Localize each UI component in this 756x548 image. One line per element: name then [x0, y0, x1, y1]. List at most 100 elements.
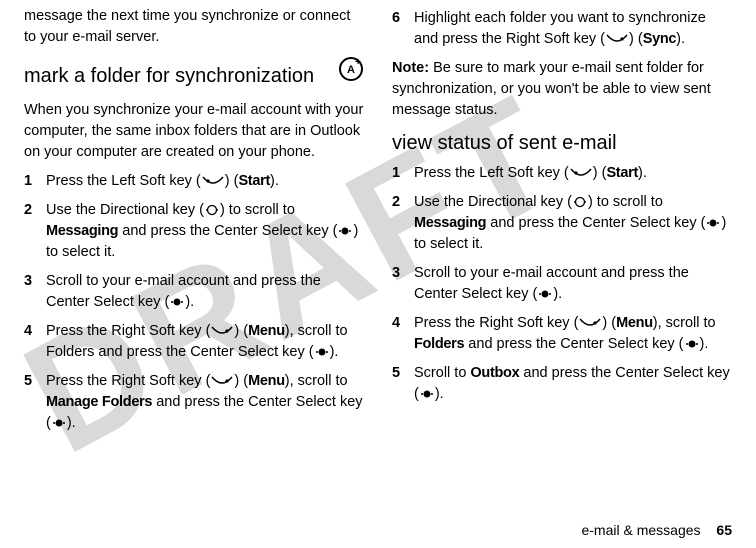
- step-number: 4: [24, 321, 46, 363]
- svg-text:+: +: [355, 57, 361, 68]
- step-text: ) (: [602, 315, 616, 331]
- softkey-label: Menu: [616, 315, 653, 331]
- step-row: 3 Scroll to your e-mail account and pres…: [24, 271, 364, 313]
- step-text: ) (: [225, 173, 239, 189]
- step-text: ) to scroll to: [588, 194, 663, 210]
- intro-text: message the next time you synchronize or…: [24, 6, 364, 48]
- svg-text:A: A: [347, 64, 355, 76]
- step-text: and press the Center Select key (: [118, 223, 337, 239]
- step-body: Scroll to your e-mail account and press …: [414, 263, 732, 305]
- step-text: ) (: [234, 323, 248, 339]
- step-text: ) to scroll to: [220, 202, 295, 218]
- section-heading-mark-folder: mark a folder for synchronization: [24, 64, 314, 88]
- step-text: ).: [185, 294, 194, 310]
- step-body: Press the Left Soft key ( ) (Start).: [46, 171, 364, 192]
- left-softkey-icon: [201, 175, 225, 187]
- step-number: 3: [392, 263, 414, 305]
- menu-target-label: Outbox: [470, 365, 519, 381]
- step-text: and press the Center Select key (: [486, 215, 705, 231]
- step-text: ).: [330, 344, 339, 360]
- step-body: Press the Left Soft key ( ) (Start).: [414, 163, 732, 184]
- step-text: Press the Right Soft key (: [414, 315, 578, 331]
- step-text: ) (: [629, 31, 643, 47]
- step-body: Press the Right Soft key ( ) (Menu), scro…: [414, 313, 732, 355]
- note-label: Note:: [392, 60, 429, 76]
- softkey-label: Menu: [248, 323, 285, 339]
- step-row: 6 Highlight each folder you want to sync…: [392, 8, 732, 50]
- step-text: ).: [638, 165, 647, 181]
- step-text: Press the Right Soft key (: [46, 323, 210, 339]
- step-body: Scroll to Outbox and press the Center Se…: [414, 363, 732, 405]
- step-number: 4: [392, 313, 414, 355]
- step-number: 6: [392, 8, 414, 50]
- step-text: ).: [67, 415, 76, 431]
- step-text: Press the Left Soft key (: [46, 173, 201, 189]
- step-number: 2: [24, 200, 46, 263]
- step-body: Use the Directional key () to scroll to …: [414, 192, 732, 255]
- step-body: Press the Right Soft key () (Menu), scro…: [46, 371, 364, 434]
- step-row: 5 Scroll to Outbox and press the Center …: [392, 363, 732, 405]
- menu-target-label: Messaging: [46, 223, 118, 239]
- step-body: Highlight each folder you want to synchr…: [414, 8, 732, 50]
- right-softkey-icon: [210, 375, 234, 387]
- center-select-key-icon: [51, 417, 67, 429]
- step-number: 5: [392, 363, 414, 405]
- menu-target-label: Messaging: [414, 215, 486, 231]
- softkey-label: Menu: [248, 373, 285, 389]
- step-text: Scroll to: [414, 365, 470, 381]
- menu-target-label: Folders: [414, 336, 464, 352]
- right-softkey-icon: [210, 325, 234, 337]
- step-body: Use the Directional key () to scroll to …: [46, 200, 364, 263]
- step-text: ).: [270, 173, 279, 189]
- left-column: message the next time you synchronize or…: [24, 0, 364, 490]
- step-row: 1 Press the Left Soft key () (Start).: [24, 171, 364, 192]
- step-row: 1 Press the Left Soft key ( ) (Start).: [392, 163, 732, 184]
- step-text: Use the Directional key (: [46, 202, 204, 218]
- step-row: 5 Press the Right Soft key () (Menu), sc…: [24, 371, 364, 434]
- footer-section: e-mail & messages: [581, 522, 700, 538]
- step-text: Use the Directional key (: [414, 194, 572, 210]
- step-number: 5: [24, 371, 46, 434]
- step-text: ) (: [593, 165, 607, 181]
- step-text: ).: [435, 386, 444, 402]
- step-text: Press the Right Soft key (: [46, 373, 210, 389]
- step-body: Press the Right Soft key () (Menu), scro…: [46, 321, 364, 363]
- directional-key-icon: [572, 196, 588, 208]
- step-text: ).: [553, 286, 562, 302]
- page-number: 65: [716, 522, 732, 538]
- step-text: ), scroll to: [653, 315, 716, 331]
- right-softkey-icon: [605, 33, 629, 45]
- step-body: Scroll to your e-mail account and press …: [46, 271, 364, 313]
- note-body: Be sure to mark your e-mail sent folder …: [392, 60, 711, 118]
- step-row: 4 Press the Right Soft key ( ) (Menu), sc…: [392, 313, 732, 355]
- center-select-key-icon: [705, 217, 721, 229]
- step-text: ), scroll to: [285, 373, 348, 389]
- step-row: 4 Press the Right Soft key () (Menu), sc…: [24, 321, 364, 363]
- section-intro: When you synchronize your e-mail account…: [24, 100, 364, 163]
- softkey-label: Sync: [643, 31, 676, 47]
- note-paragraph: Note: Be sure to mark your e-mail sent f…: [392, 58, 732, 121]
- center-select-key-icon: [684, 338, 700, 350]
- directional-key-icon: [204, 204, 220, 216]
- step-row: 2 Use the Directional key ( ) to scroll t…: [24, 200, 364, 263]
- step-number: 2: [392, 192, 414, 255]
- left-softkey-icon: [569, 167, 593, 179]
- menu-target-label: Manage Folders: [46, 394, 152, 410]
- step-number: 1: [392, 163, 414, 184]
- softkey-label: Start: [606, 165, 638, 181]
- section-heading-view-status: view status of sent e-mail: [392, 131, 732, 155]
- step-text: and press the Center Select key (: [464, 336, 683, 352]
- step-number: 3: [24, 271, 46, 313]
- step-row: 3 Scroll to your e-mail account and pres…: [392, 263, 732, 305]
- right-softkey-icon: [578, 317, 602, 329]
- center-select-key-icon: [314, 346, 330, 358]
- sync-ring-icon: A+: [338, 56, 364, 89]
- center-select-key-icon: [537, 288, 553, 300]
- step-text: Press the Left Soft key (: [414, 165, 569, 181]
- center-select-key-icon: [169, 296, 185, 308]
- right-column: 6 Highlight each folder you want to sync…: [392, 0, 732, 490]
- step-text: ).: [700, 336, 709, 352]
- softkey-label: Start: [238, 173, 270, 189]
- center-select-key-icon: [337, 225, 353, 237]
- step-text: ).: [676, 31, 685, 47]
